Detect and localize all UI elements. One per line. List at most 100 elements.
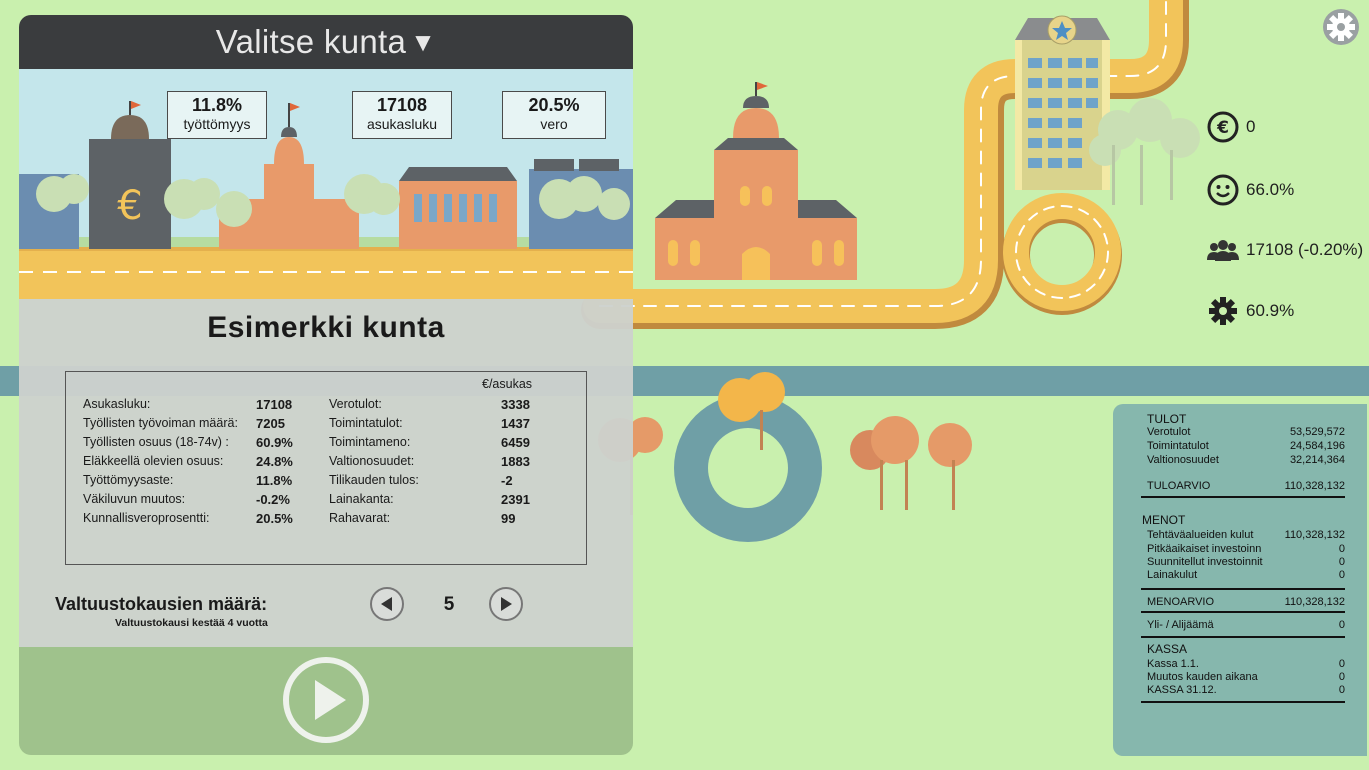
town-select-dialog: Valitse kunta ▼ € 11.8% työttömyys 17108… <box>19 15 633 755</box>
terms-label: Valtuustokausien määrä: <box>55 594 268 614</box>
budget-value: 24,584,196 <box>1289 440 1345 452</box>
budget-value: 110,328,132 <box>1284 480 1345 492</box>
stat-value: 7205 <box>256 416 285 431</box>
settings-gear-icon[interactable] <box>1322 8 1360 46</box>
city-hall-building <box>655 82 857 280</box>
budget-label: Pitkäaikaiset investoinn <box>1147 543 1262 555</box>
budget-row: Lainakulut 0 <box>1147 569 1345 582</box>
stat-value: 20.5% <box>256 511 293 526</box>
stat-label: Rahavarat: <box>329 511 391 525</box>
stat-label: Väkiluvun muutos: <box>83 492 186 506</box>
bubble-value: 17108 <box>376 95 428 115</box>
dropdown-title: Valitse kunta <box>215 23 407 60</box>
arrow-left-icon <box>381 597 392 611</box>
budget-value: 0 <box>1338 684 1345 696</box>
menot-title: MENOT <box>1142 513 1186 527</box>
bubble-label: työttömyys <box>183 116 251 132</box>
caret-down-icon: ▼ <box>410 26 437 57</box>
stat-label: Lainakanta: <box>329 492 394 506</box>
happiness-stat: 66.0% <box>1206 173 1294 207</box>
increase-terms-button[interactable] <box>489 587 523 621</box>
town-stats-table: €/asukas Asukasluku: 17108 Työllisten ty… <box>65 371 587 565</box>
bubble-label: asukasluku <box>366 116 438 132</box>
budget-value: 0 <box>1338 569 1345 581</box>
budget-value: 110,328,132 <box>1284 596 1345 608</box>
play-icon <box>315 680 346 720</box>
budget-value: 110,328,132 <box>1284 529 1345 541</box>
population-stat: 17108 (-0.20%) <box>1206 233 1363 267</box>
budget-value: 0 <box>1338 658 1345 670</box>
budget-row: Verotulot 53,529,572 <box>1147 426 1345 439</box>
stat-value: 1883 <box>501 454 530 469</box>
stat-label: Kunnallisveroprosentti: <box>83 511 210 525</box>
stat-label: Eläkkeellä olevien osuus: <box>83 454 224 468</box>
tuloarvio-row: TULOARVIO 110,328,132 <box>1147 480 1345 493</box>
divider <box>1141 701 1345 703</box>
stat-label: Työttömyysaste: <box>83 473 174 487</box>
stat-value: 60.9% <box>256 435 293 450</box>
stat-value: 1437 <box>501 416 530 431</box>
budget-label: Tehtäväalueiden kulut <box>1147 529 1254 541</box>
budget-row: Muutos kauden aikana 0 <box>1147 671 1345 684</box>
stat-label: Valtionosuudet: <box>329 454 415 468</box>
budget-value: 0 <box>1338 671 1345 683</box>
town-select-dropdown[interactable]: Valitse kunta ▼ <box>19 15 633 69</box>
budget-label: Toimintatulot <box>1147 440 1209 452</box>
bubble-label: vero <box>540 116 568 132</box>
bubble-value: 20.5% <box>528 95 580 115</box>
euro-icon: € <box>1206 110 1240 144</box>
kassa-title: KASSA <box>1147 642 1188 656</box>
unemployment-bubble: 11.8% työttömyys <box>167 91 267 139</box>
budget-label: Valtionosuudet <box>1147 454 1219 466</box>
divider <box>1141 588 1345 590</box>
budget-row: Suunnitellut investoinnit 0 <box>1147 556 1345 569</box>
stat-value: 11.8% <box>256 473 293 488</box>
stat-label: Verotulot: <box>329 397 382 411</box>
ylijaama-row: Yli- / Alijäämä 0 <box>1147 619 1345 632</box>
employment-stat: 60.9% <box>1206 294 1294 328</box>
budget-label: MENOARVIO <box>1147 596 1215 608</box>
budget-value: 0 <box>1338 543 1345 555</box>
budget-row: Valtionosuudet 32,214,364 <box>1147 454 1345 467</box>
budget-row: Pitkäaikaiset investoinn 0 <box>1147 543 1345 556</box>
decrease-terms-button[interactable] <box>370 587 404 621</box>
svg-text:€: € <box>117 183 142 229</box>
budget-label: Suunnitellut investoinnit <box>1147 556 1263 568</box>
office-tower <box>1015 15 1110 190</box>
budget-row: Tehtäväalueiden kulut 110,328,132 <box>1147 529 1345 542</box>
budget-value: 0 <box>1338 556 1345 568</box>
budget-label: Kassa 1.1. <box>1147 658 1199 670</box>
population-value: 17108 (-0.20%) <box>1246 240 1364 259</box>
money-stat: € 0 <box>1206 110 1255 144</box>
budget-label: Verotulot <box>1147 426 1191 438</box>
budget-row: Toimintatulot 24,584,196 <box>1147 440 1345 453</box>
budget-panel: TULOT Verotulot 53,529,572 Toimintatulot 2… <box>1113 404 1367 756</box>
terms-value: 5 <box>443 594 455 615</box>
town-illustration: € 11.8% työttömyys 17108 asukasluku 20.5… <box>19 69 633 299</box>
stat-value: 2391 <box>501 492 530 507</box>
smiley-icon <box>1206 173 1240 207</box>
stat-label: Tilikauden tulos: <box>329 473 419 487</box>
stat-value: 99 <box>501 511 516 526</box>
money-value: 0 <box>1246 117 1256 136</box>
svg-text:€: € <box>1216 118 1229 138</box>
stat-value: 24.8% <box>256 454 293 469</box>
stat-value: 3338 <box>501 397 530 412</box>
tax-bubble: 20.5% vero <box>502 91 606 139</box>
divider <box>1141 496 1345 498</box>
stat-value: -2 <box>501 473 513 488</box>
bubble-value: 11.8% <box>191 95 243 115</box>
terms-sublabel: Valtuustokausi kestää 4 vuotta <box>115 617 268 629</box>
town-name: Esimerkki kunta <box>207 311 445 344</box>
stat-label: Asukasluku: <box>83 397 151 411</box>
budget-row: Kassa 1.1. 0 <box>1147 658 1345 671</box>
divider <box>1141 636 1345 638</box>
budget-value: 53,529,572 <box>1289 426 1345 438</box>
budget-label: Yli- / Alijäämä <box>1147 619 1214 631</box>
play-button[interactable] <box>283 657 369 743</box>
happiness-value: 66.0% <box>1246 180 1295 199</box>
menoarvio-row: MENOARVIO 110,328,132 <box>1147 596 1345 609</box>
people-icon <box>1206 233 1240 267</box>
employment-value: 60.9% <box>1246 301 1295 320</box>
budget-value: 0 <box>1338 619 1345 631</box>
